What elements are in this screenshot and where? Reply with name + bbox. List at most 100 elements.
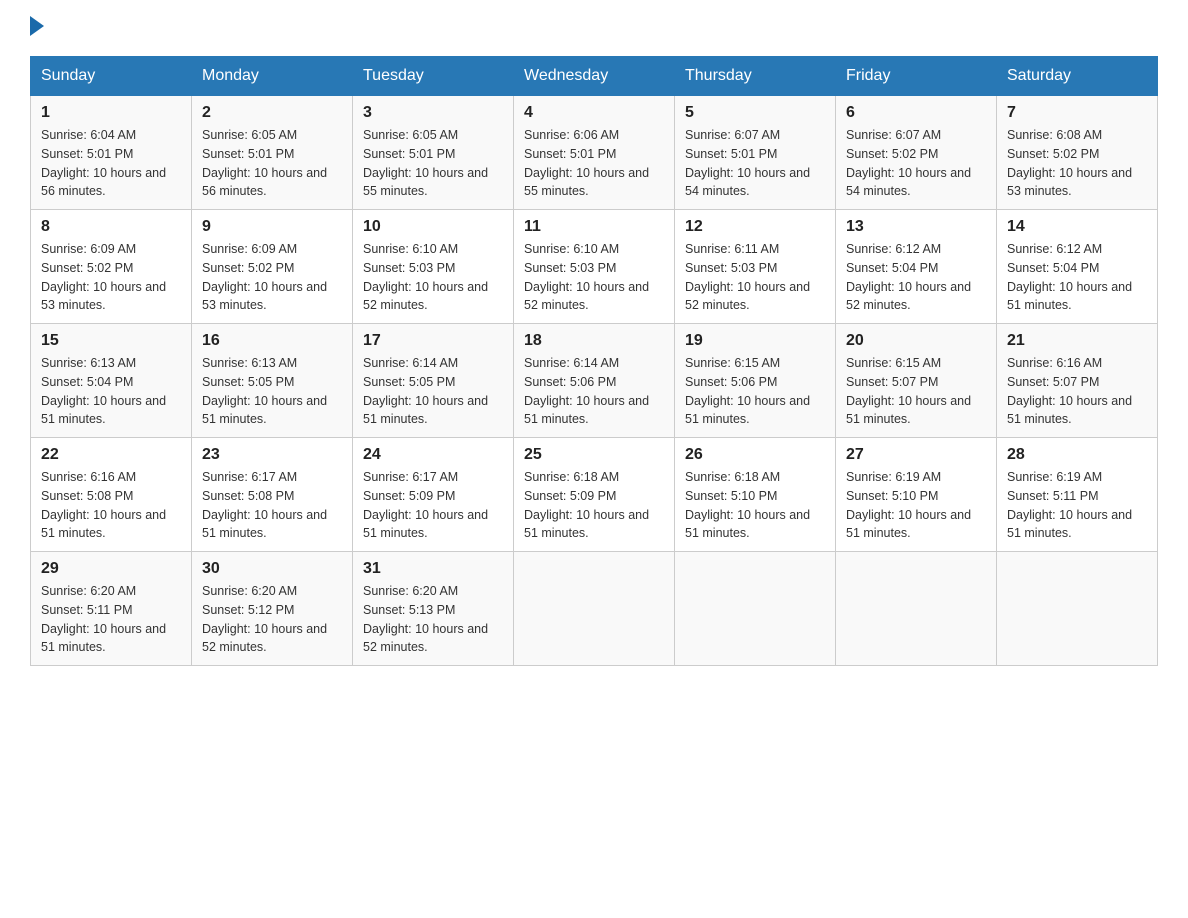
day-info: Sunrise: 6:07 AMSunset: 5:02 PMDaylight:…	[846, 128, 971, 198]
day-info: Sunrise: 6:09 AMSunset: 5:02 PMDaylight:…	[41, 242, 166, 312]
logo	[30, 20, 44, 36]
day-number: 3	[363, 104, 503, 122]
day-info: Sunrise: 6:16 AMSunset: 5:07 PMDaylight:…	[1007, 356, 1132, 426]
day-number: 20	[846, 332, 986, 350]
calendar-cell: 17 Sunrise: 6:14 AMSunset: 5:05 PMDaylig…	[353, 324, 514, 438]
day-info: Sunrise: 6:18 AMSunset: 5:10 PMDaylight:…	[685, 470, 810, 540]
weekday-header-thursday: Thursday	[675, 57, 836, 96]
day-number: 5	[685, 104, 825, 122]
day-info: Sunrise: 6:20 AMSunset: 5:12 PMDaylight:…	[202, 584, 327, 654]
calendar-cell	[675, 552, 836, 666]
page-header	[30, 20, 1158, 36]
day-number: 22	[41, 446, 181, 464]
calendar-cell: 11 Sunrise: 6:10 AMSunset: 5:03 PMDaylig…	[514, 210, 675, 324]
day-number: 4	[524, 104, 664, 122]
day-info: Sunrise: 6:10 AMSunset: 5:03 PMDaylight:…	[524, 242, 649, 312]
day-info: Sunrise: 6:14 AMSunset: 5:05 PMDaylight:…	[363, 356, 488, 426]
calendar-cell: 16 Sunrise: 6:13 AMSunset: 5:05 PMDaylig…	[192, 324, 353, 438]
day-number: 17	[363, 332, 503, 350]
calendar-cell: 8 Sunrise: 6:09 AMSunset: 5:02 PMDayligh…	[31, 210, 192, 324]
calendar-cell: 24 Sunrise: 6:17 AMSunset: 5:09 PMDaylig…	[353, 438, 514, 552]
day-number: 6	[846, 104, 986, 122]
day-number: 21	[1007, 332, 1147, 350]
calendar-cell: 31 Sunrise: 6:20 AMSunset: 5:13 PMDaylig…	[353, 552, 514, 666]
day-info: Sunrise: 6:12 AMSunset: 5:04 PMDaylight:…	[846, 242, 971, 312]
calendar-cell	[514, 552, 675, 666]
day-number: 24	[363, 446, 503, 464]
day-info: Sunrise: 6:04 AMSunset: 5:01 PMDaylight:…	[41, 128, 166, 198]
calendar-cell: 29 Sunrise: 6:20 AMSunset: 5:11 PMDaylig…	[31, 552, 192, 666]
weekday-header-monday: Monday	[192, 57, 353, 96]
day-number: 14	[1007, 218, 1147, 236]
calendar-week-row: 22 Sunrise: 6:16 AMSunset: 5:08 PMDaylig…	[31, 438, 1158, 552]
day-info: Sunrise: 6:12 AMSunset: 5:04 PMDaylight:…	[1007, 242, 1132, 312]
calendar-cell: 27 Sunrise: 6:19 AMSunset: 5:10 PMDaylig…	[836, 438, 997, 552]
day-info: Sunrise: 6:15 AMSunset: 5:06 PMDaylight:…	[685, 356, 810, 426]
calendar-cell: 4 Sunrise: 6:06 AMSunset: 5:01 PMDayligh…	[514, 96, 675, 210]
calendar-cell: 5 Sunrise: 6:07 AMSunset: 5:01 PMDayligh…	[675, 96, 836, 210]
day-number: 19	[685, 332, 825, 350]
day-number: 29	[41, 560, 181, 578]
calendar-cell: 26 Sunrise: 6:18 AMSunset: 5:10 PMDaylig…	[675, 438, 836, 552]
day-info: Sunrise: 6:16 AMSunset: 5:08 PMDaylight:…	[41, 470, 166, 540]
day-number: 30	[202, 560, 342, 578]
weekday-header-row: SundayMondayTuesdayWednesdayThursdayFrid…	[31, 57, 1158, 96]
day-number: 10	[363, 218, 503, 236]
calendar-cell: 7 Sunrise: 6:08 AMSunset: 5:02 PMDayligh…	[997, 96, 1158, 210]
day-info: Sunrise: 6:20 AMSunset: 5:11 PMDaylight:…	[41, 584, 166, 654]
day-info: Sunrise: 6:13 AMSunset: 5:05 PMDaylight:…	[202, 356, 327, 426]
day-number: 16	[202, 332, 342, 350]
weekday-header-saturday: Saturday	[997, 57, 1158, 96]
calendar-cell: 13 Sunrise: 6:12 AMSunset: 5:04 PMDaylig…	[836, 210, 997, 324]
calendar-cell: 9 Sunrise: 6:09 AMSunset: 5:02 PMDayligh…	[192, 210, 353, 324]
logo-arrow-icon	[30, 16, 44, 36]
calendar-cell: 2 Sunrise: 6:05 AMSunset: 5:01 PMDayligh…	[192, 96, 353, 210]
calendar-cell: 20 Sunrise: 6:15 AMSunset: 5:07 PMDaylig…	[836, 324, 997, 438]
calendar-cell: 28 Sunrise: 6:19 AMSunset: 5:11 PMDaylig…	[997, 438, 1158, 552]
day-number: 7	[1007, 104, 1147, 122]
day-info: Sunrise: 6:17 AMSunset: 5:09 PMDaylight:…	[363, 470, 488, 540]
day-info: Sunrise: 6:07 AMSunset: 5:01 PMDaylight:…	[685, 128, 810, 198]
calendar-week-row: 15 Sunrise: 6:13 AMSunset: 5:04 PMDaylig…	[31, 324, 1158, 438]
day-number: 15	[41, 332, 181, 350]
calendar-cell: 18 Sunrise: 6:14 AMSunset: 5:06 PMDaylig…	[514, 324, 675, 438]
day-info: Sunrise: 6:09 AMSunset: 5:02 PMDaylight:…	[202, 242, 327, 312]
calendar-cell: 1 Sunrise: 6:04 AMSunset: 5:01 PMDayligh…	[31, 96, 192, 210]
calendar-week-row: 1 Sunrise: 6:04 AMSunset: 5:01 PMDayligh…	[31, 96, 1158, 210]
day-number: 11	[524, 218, 664, 236]
calendar-cell: 23 Sunrise: 6:17 AMSunset: 5:08 PMDaylig…	[192, 438, 353, 552]
calendar-cell: 6 Sunrise: 6:07 AMSunset: 5:02 PMDayligh…	[836, 96, 997, 210]
calendar-cell	[836, 552, 997, 666]
day-number: 25	[524, 446, 664, 464]
day-number: 18	[524, 332, 664, 350]
calendar-cell: 12 Sunrise: 6:11 AMSunset: 5:03 PMDaylig…	[675, 210, 836, 324]
day-number: 23	[202, 446, 342, 464]
day-info: Sunrise: 6:06 AMSunset: 5:01 PMDaylight:…	[524, 128, 649, 198]
day-number: 9	[202, 218, 342, 236]
day-info: Sunrise: 6:15 AMSunset: 5:07 PMDaylight:…	[846, 356, 971, 426]
calendar-cell: 15 Sunrise: 6:13 AMSunset: 5:04 PMDaylig…	[31, 324, 192, 438]
weekday-header-friday: Friday	[836, 57, 997, 96]
day-info: Sunrise: 6:18 AMSunset: 5:09 PMDaylight:…	[524, 470, 649, 540]
calendar-table: SundayMondayTuesdayWednesdayThursdayFrid…	[30, 56, 1158, 666]
day-info: Sunrise: 6:13 AMSunset: 5:04 PMDaylight:…	[41, 356, 166, 426]
day-number: 2	[202, 104, 342, 122]
day-info: Sunrise: 6:10 AMSunset: 5:03 PMDaylight:…	[363, 242, 488, 312]
calendar-week-row: 29 Sunrise: 6:20 AMSunset: 5:11 PMDaylig…	[31, 552, 1158, 666]
calendar-cell: 10 Sunrise: 6:10 AMSunset: 5:03 PMDaylig…	[353, 210, 514, 324]
weekday-header-tuesday: Tuesday	[353, 57, 514, 96]
day-info: Sunrise: 6:05 AMSunset: 5:01 PMDaylight:…	[363, 128, 488, 198]
day-info: Sunrise: 6:19 AMSunset: 5:10 PMDaylight:…	[846, 470, 971, 540]
day-info: Sunrise: 6:17 AMSunset: 5:08 PMDaylight:…	[202, 470, 327, 540]
day-info: Sunrise: 6:11 AMSunset: 5:03 PMDaylight:…	[685, 242, 810, 312]
weekday-header-sunday: Sunday	[31, 57, 192, 96]
day-info: Sunrise: 6:14 AMSunset: 5:06 PMDaylight:…	[524, 356, 649, 426]
calendar-cell: 25 Sunrise: 6:18 AMSunset: 5:09 PMDaylig…	[514, 438, 675, 552]
calendar-cell: 30 Sunrise: 6:20 AMSunset: 5:12 PMDaylig…	[192, 552, 353, 666]
calendar-cell	[997, 552, 1158, 666]
calendar-cell: 21 Sunrise: 6:16 AMSunset: 5:07 PMDaylig…	[997, 324, 1158, 438]
day-info: Sunrise: 6:05 AMSunset: 5:01 PMDaylight:…	[202, 128, 327, 198]
calendar-cell: 19 Sunrise: 6:15 AMSunset: 5:06 PMDaylig…	[675, 324, 836, 438]
day-number: 27	[846, 446, 986, 464]
calendar-cell: 22 Sunrise: 6:16 AMSunset: 5:08 PMDaylig…	[31, 438, 192, 552]
